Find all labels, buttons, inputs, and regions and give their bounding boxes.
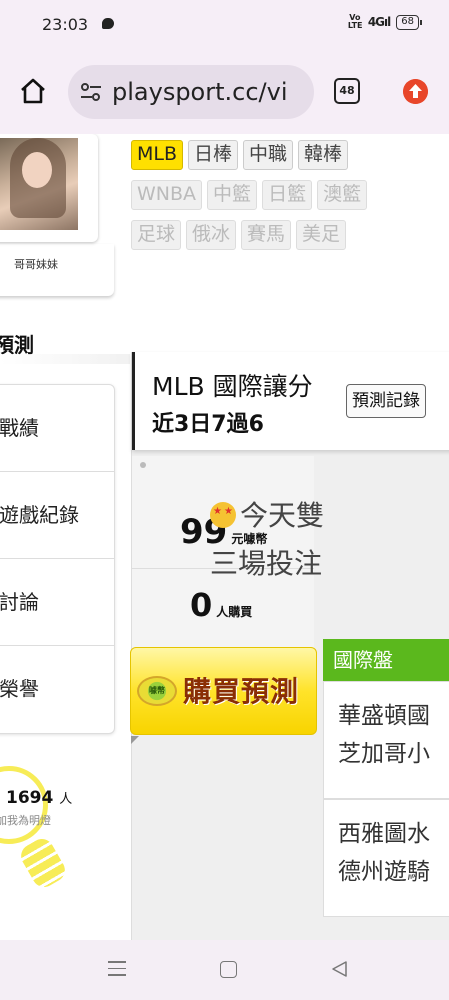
- team-away: 德州遊騎: [338, 859, 430, 885]
- league-tag: 足球: [131, 220, 182, 250]
- signal-icon: 4Gıl: [367, 15, 391, 29]
- team-home: 西雅圖水: [338, 821, 430, 847]
- buyer-unit: 人購買: [216, 605, 253, 619]
- web-page: 哥哥妹妹 MLB 日棒 中職 韓棒 WNBA 中籃 日籃 澳籃 足球 俄冰 賽馬…: [0, 134, 449, 940]
- league-tag: 澳籃: [317, 180, 368, 210]
- menu-item-discussion[interactable]: 討論: [0, 559, 114, 646]
- intro-text-line2: 三場投注: [210, 547, 323, 580]
- lightbulb-base-icon: [16, 834, 70, 892]
- recent-apps-icon[interactable]: [108, 961, 126, 977]
- follow-lamp[interactable]: 1694 人 加我為明燈: [0, 766, 82, 894]
- status-time: 23:03: [42, 15, 89, 34]
- profile-card[interactable]: [0, 134, 98, 242]
- league-tag[interactable]: 日棒: [188, 140, 239, 170]
- team-away: 芝加哥小: [338, 741, 430, 767]
- game-row[interactable]: 西雅圖水 德州遊騎: [323, 799, 449, 917]
- team-home: 華盛頓國: [338, 703, 430, 729]
- status-bar: 23:03 Vo LTE 4Gıl 68: [0, 0, 449, 52]
- update-arrow-icon[interactable]: [403, 79, 428, 104]
- tab-switcher-button[interactable]: 48: [334, 78, 360, 104]
- system-nav-bar: [0, 940, 449, 1000]
- chat-notification-icon: [102, 18, 114, 29]
- menu-item-game-log[interactable]: 遊戲紀錄: [0, 472, 114, 559]
- heading-divider: [0, 354, 130, 364]
- coin-badge-icon: 噱幣: [137, 676, 177, 706]
- league-tag[interactable]: 中職: [243, 140, 294, 170]
- site-settings-icon[interactable]: [80, 82, 102, 102]
- league-tag: 中籃: [207, 180, 258, 210]
- browser-toolbar: playsport.cc/vi 48: [0, 52, 449, 134]
- prediction-record: 近3日7過6: [152, 412, 264, 437]
- menu-item-honors[interactable]: 榮譽: [0, 646, 114, 733]
- buyer-count: 0 人購買: [190, 586, 252, 624]
- back-nav-icon[interactable]: [330, 960, 348, 978]
- market-header: 國際盤: [323, 639, 449, 681]
- league-tag[interactable]: 韓棒: [298, 140, 349, 170]
- follower-count: 1694 人: [6, 788, 72, 808]
- prediction-header: MLB 國際讓分 近3日7過6 預測記錄: [132, 352, 449, 450]
- status-icons: Vo LTE 4Gıl 68: [347, 13, 422, 30]
- profile-name[interactable]: 哥哥妹妹: [14, 256, 58, 272]
- home-icon[interactable]: [18, 76, 48, 106]
- menu-item-record[interactable]: 戰績: [0, 385, 114, 472]
- side-menu: 戰績 遊戲紀錄 討論 榮譽: [0, 384, 115, 734]
- bullet-dot: [140, 462, 146, 468]
- league-tag: 美足: [296, 220, 347, 250]
- league-tag: WNBA: [131, 180, 203, 210]
- buy-prediction-button[interactable]: 噱幣 購買預測: [130, 647, 317, 735]
- address-bar[interactable]: playsport.cc/vi: [68, 65, 314, 119]
- league-tag-mlb[interactable]: MLB: [131, 140, 184, 170]
- follow-caption[interactable]: 加我為明燈: [0, 812, 51, 828]
- buy-prediction-label: 購買預測: [183, 675, 300, 708]
- buyer-value: 0: [190, 586, 213, 624]
- volte-icon: Vo LTE: [347, 13, 363, 30]
- battery-level: 68: [401, 15, 414, 27]
- league-tags: MLB 日棒 中職 韓棒 WNBA 中籃 日籃 澳籃 足球 俄冰 賽馬 美足: [131, 140, 431, 260]
- home-nav-icon[interactable]: [220, 961, 237, 978]
- league-row: 足球 俄冰 賽馬 美足: [131, 220, 431, 250]
- prediction-history-button[interactable]: 預測記錄: [346, 384, 426, 418]
- button-notch: [131, 736, 139, 744]
- game-row[interactable]: 華盛頓國 芝加哥小: [323, 681, 449, 799]
- league-row: WNBA 中籃 日籃 澳籃: [131, 180, 431, 210]
- star-struck-emoji-icon: [210, 502, 236, 528]
- league-tag: 賽馬: [241, 220, 292, 250]
- league-row: MLB 日棒 中職 韓棒: [131, 140, 431, 170]
- intro-text: 今天雙: [240, 499, 325, 532]
- intro-text-line1: 今天雙: [210, 494, 324, 534]
- league-tag: 日籃: [262, 180, 313, 210]
- url-text[interactable]: playsport.cc/vi: [112, 78, 288, 106]
- profile-photo[interactable]: [0, 138, 78, 230]
- network-type: 4G: [367, 15, 385, 29]
- follower-number: 1694: [6, 788, 54, 808]
- battery-icon: 68: [396, 14, 422, 30]
- league-tag: 俄冰: [186, 220, 237, 250]
- prediction-title: MLB 國際讓分: [152, 372, 313, 401]
- follower-unit: 人: [59, 792, 73, 807]
